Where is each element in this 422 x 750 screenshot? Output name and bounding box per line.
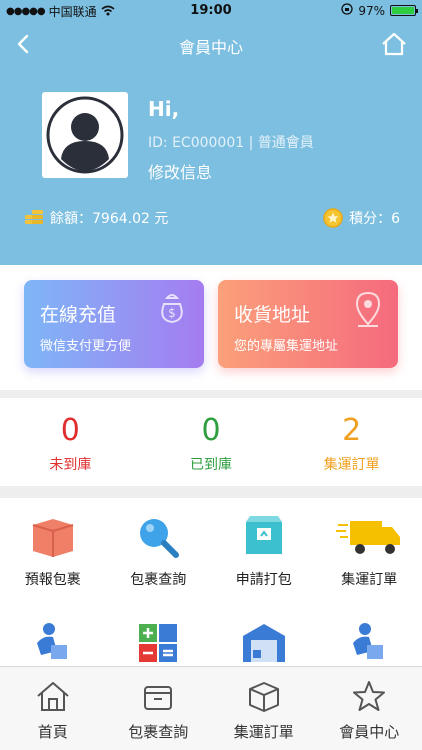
svg-text:$: $ <box>168 306 176 320</box>
battery-percent: 97% <box>358 3 385 18</box>
tab-label: 集運訂單 <box>233 723 294 741</box>
edit-profile-link[interactable]: 修改信息 <box>148 159 212 183</box>
section-divider <box>0 486 422 498</box>
balance-label: 餘額：7964.02 元 <box>50 211 169 227</box>
section-divider <box>0 390 422 398</box>
user-silhouette-icon <box>46 96 124 174</box>
stat-value: 2 <box>342 413 362 448</box>
grid-item-label: 包裹查詢 <box>130 572 187 588</box>
box-outline-icon <box>144 686 173 710</box>
grid-item-label: 申請打包 <box>235 572 292 588</box>
person-box-icon <box>353 623 384 659</box>
grid-item-forecast-parcel[interactable]: 預報包裹 <box>0 505 106 611</box>
battery-icon <box>390 5 418 16</box>
tab-parcel-query[interactable]: 包裹查詢 <box>106 667 212 750</box>
page-title: 會員中心 <box>178 38 243 57</box>
calculator-icon <box>139 624 178 662</box>
stat-value: 0 <box>201 413 221 448</box>
money-bag-icon: $ <box>161 294 183 324</box>
stat-value: 0 <box>60 413 80 448</box>
grid-item-consolidated-orders[interactable]: 集運訂單 <box>317 505 422 611</box>
stat-arrived[interactable]: 0 已到庫 <box>141 398 282 486</box>
location-pin-icon <box>355 291 381 327</box>
points-label: 積分：6 <box>349 211 400 227</box>
tab-home[interactable]: 首頁 <box>0 667 106 750</box>
grid-item-label: 集運訂單 <box>341 572 398 588</box>
grid-item-label: 預報包裹 <box>24 572 81 588</box>
address-card[interactable]: 收貨地址 您的專屬集運地址 <box>218 280 398 368</box>
avatar[interactable] <box>42 92 128 178</box>
package-icon <box>245 516 282 554</box>
tab-consolidated-orders[interactable]: 集運訂單 <box>211 667 317 750</box>
coin-stack-icon <box>25 210 43 224</box>
recharge-card[interactable]: 在線充值 微信支付更方便 $ <box>24 280 204 368</box>
grid-item-parcel-query[interactable]: 包裹查詢 <box>106 505 212 611</box>
magnifier-icon <box>140 519 180 558</box>
warehouse-icon <box>242 624 285 662</box>
points-display: 積分：6 <box>323 208 400 228</box>
order-stats: 0 未到庫 0 已到庫 2 集運訂單 <box>0 398 422 486</box>
parcel-icon <box>248 682 279 712</box>
coin-star-icon <box>323 208 343 228</box>
tab-label: 首頁 <box>37 723 68 741</box>
status-bar: ●●●●● 中国联通 19:00 97% <box>0 0 422 22</box>
home-icon <box>37 682 69 711</box>
tab-label: 會員中心 <box>339 723 400 741</box>
stat-consolidated-orders[interactable]: 2 集運訂單 <box>281 398 422 486</box>
tab-member-center[interactable]: 會員中心 <box>317 667 422 750</box>
tab-label: 包裹查詢 <box>128 723 189 741</box>
member-id: ID: EC000001 | 普通會員 <box>148 135 314 151</box>
stat-label: 已到庫 <box>190 457 232 473</box>
balance-display: 餘額：7964.02 元 <box>24 208 168 228</box>
stat-label: 集運訂單 <box>323 457 380 473</box>
lock-rotation-icon <box>341 3 353 18</box>
greeting: Hi, <box>148 97 180 121</box>
home-icon <box>382 32 406 56</box>
grid-item-apply-packing[interactable]: 申請打包 <box>211 505 317 611</box>
address-subtitle: 您的專屬集運地址 <box>234 339 339 354</box>
box-icon <box>32 519 74 557</box>
truck-icon <box>336 521 401 554</box>
profile-header: 會員中心 Hi, ID: EC000001 | 普通會員 修改信息 餘額：796… <box>0 22 422 265</box>
stat-label: 未到庫 <box>49 457 92 473</box>
bottom-tab-bar: 首頁 包裹查詢 集運訂單 會員中心 <box>0 666 422 750</box>
star-icon <box>353 681 386 711</box>
stat-not-arrived[interactable]: 0 未到庫 <box>0 398 141 486</box>
recharge-subtitle: 微信支付更方便 <box>40 339 132 354</box>
home-button[interactable] <box>380 30 408 58</box>
person-box-icon <box>36 623 67 659</box>
